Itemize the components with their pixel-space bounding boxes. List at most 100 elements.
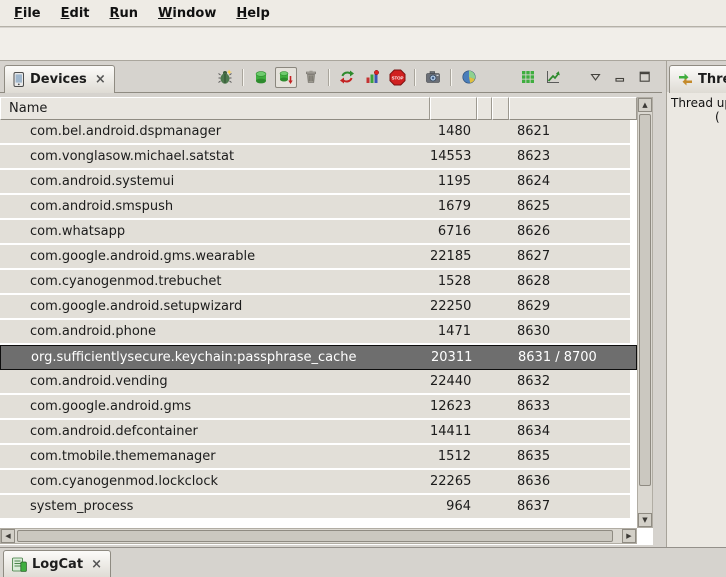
process-port: 8624 bbox=[509, 174, 630, 189]
devices-tabbar: Devices × bbox=[0, 61, 662, 93]
process-name: com.google.android.gms.wearable bbox=[0, 249, 430, 264]
update-heap-button[interactable] bbox=[250, 67, 272, 88]
threads-tabbar: Threads bbox=[667, 61, 726, 93]
menu-file[interactable]: File bbox=[4, 3, 51, 24]
process-port: 8634 bbox=[509, 424, 630, 439]
table-row[interactable]: com.android.systemui 1195 8624 bbox=[0, 170, 630, 193]
menu-edit[interactable]: Edit bbox=[51, 3, 100, 24]
process-port: 8623 bbox=[509, 149, 630, 164]
tab-threads[interactable]: Threads bbox=[669, 65, 726, 93]
close-icon[interactable]: × bbox=[91, 557, 102, 572]
dump-hprof-icon bbox=[278, 69, 294, 85]
device-icon bbox=[13, 72, 25, 87]
process-pid: 22250 bbox=[430, 299, 477, 314]
heap-grid-button[interactable] bbox=[517, 67, 539, 88]
allocation-chart-button[interactable] bbox=[542, 67, 564, 88]
dump-hprof-button[interactable] bbox=[275, 67, 297, 88]
table-row[interactable]: org.sufficientlysecure.keychain:passphra… bbox=[0, 345, 637, 370]
menu-help[interactable]: Help bbox=[226, 3, 279, 24]
menu-run[interactable]: Run bbox=[100, 3, 149, 24]
scroll-up-button[interactable]: ▲ bbox=[638, 98, 652, 112]
column-header-blank[interactable] bbox=[492, 97, 509, 120]
table-row[interactable]: com.google.android.setupwizard 22250 862… bbox=[0, 295, 630, 318]
table-row[interactable]: com.android.defcontainer 14411 8634 bbox=[0, 420, 630, 443]
table-horizontal-scrollbar[interactable]: ◀ ▶ bbox=[0, 528, 637, 544]
process-port: 8633 bbox=[509, 399, 630, 414]
table-row[interactable]: com.bel.android.dspmanager 1480 8621 bbox=[0, 120, 630, 143]
process-port: 8628 bbox=[509, 274, 630, 289]
table-vertical-scrollbar[interactable]: ▲ ▼ bbox=[637, 97, 653, 528]
process-name: com.cyanogenmod.lockclock bbox=[0, 474, 430, 489]
debug-button[interactable] bbox=[214, 67, 236, 88]
scroll-right-button[interactable]: ▶ bbox=[622, 529, 636, 543]
process-name: com.vonglasow.michael.satstat bbox=[0, 149, 430, 164]
maximize-icon bbox=[639, 71, 651, 83]
minimize-button[interactable] bbox=[609, 67, 631, 88]
process-pid: 14411 bbox=[430, 424, 477, 439]
table-row[interactable]: com.android.smspush 1679 8625 bbox=[0, 195, 630, 218]
process-port: 8629 bbox=[509, 299, 630, 314]
screen-capture-icon bbox=[425, 69, 441, 85]
update-threads-button[interactable] bbox=[336, 67, 358, 88]
process-name: com.android.vending bbox=[0, 374, 430, 389]
allocation-chart-icon bbox=[545, 69, 561, 85]
threads-message-line: ( bbox=[667, 110, 726, 124]
process-port: 8631 / 8700 bbox=[510, 350, 636, 365]
maximize-button[interactable] bbox=[634, 67, 656, 88]
process-name: com.cyanogenmod.trebuchet bbox=[0, 274, 430, 289]
heap-grid-icon bbox=[520, 69, 536, 85]
start-method-profiling-icon bbox=[364, 69, 380, 85]
process-port: 8635 bbox=[509, 449, 630, 464]
process-table: Name com.bel.android.dspmanager 1480 862… bbox=[0, 97, 653, 545]
process-name: system_process bbox=[0, 499, 430, 514]
process-port: 8626 bbox=[509, 224, 630, 239]
vertical-scroll-thumb[interactable] bbox=[639, 114, 651, 486]
bottom-view-stack: LogCat × bbox=[0, 547, 726, 577]
table-header: Name bbox=[0, 97, 637, 120]
start-method-profiling-button[interactable] bbox=[361, 67, 383, 88]
scroll-left-button[interactable]: ◀ bbox=[1, 529, 15, 543]
table-row[interactable]: com.tmobile.thememanager 1512 8635 bbox=[0, 445, 630, 468]
close-icon[interactable]: × bbox=[95, 72, 106, 87]
process-port: 8632 bbox=[509, 374, 630, 389]
process-pid: 14553 bbox=[430, 149, 477, 164]
process-pid: 12623 bbox=[430, 399, 477, 414]
threads-message: Thread up ( bbox=[667, 92, 726, 547]
tab-devices-label: Devices bbox=[30, 72, 87, 87]
scroll-down-button[interactable]: ▼ bbox=[638, 513, 652, 527]
column-header-port[interactable] bbox=[509, 97, 637, 120]
column-header-name[interactable]: Name bbox=[0, 97, 430, 120]
threads-icon bbox=[678, 72, 693, 87]
table-row[interactable]: com.android.vending 22440 8632 bbox=[0, 370, 630, 393]
menu-bar: FileEditRunWindowHelp bbox=[0, 0, 726, 27]
table-row[interactable]: com.google.android.gms 12623 8633 bbox=[0, 395, 630, 418]
toolbar-separator bbox=[450, 69, 452, 86]
table-row[interactable]: com.cyanogenmod.lockclock 22265 8636 bbox=[0, 470, 630, 493]
column-header-blank[interactable] bbox=[477, 97, 492, 120]
column-header-pid[interactable] bbox=[430, 97, 477, 120]
tab-devices[interactable]: Devices × bbox=[4, 65, 115, 93]
cause-gc-button[interactable] bbox=[300, 67, 322, 88]
table-row[interactable]: com.cyanogenmod.trebuchet 1528 8628 bbox=[0, 270, 630, 293]
table-row[interactable]: com.google.android.gms.wearable 22185 86… bbox=[0, 245, 630, 268]
process-name: com.android.smspush bbox=[0, 199, 430, 214]
process-name: com.android.defcontainer bbox=[0, 424, 430, 439]
screen-capture-button[interactable] bbox=[422, 67, 444, 88]
process-port: 8637 bbox=[509, 499, 630, 514]
threads-view: Threads Thread up ( bbox=[666, 61, 726, 547]
system-information-button[interactable] bbox=[458, 67, 480, 88]
table-row[interactable]: com.vonglasow.michael.satstat 14553 8623 bbox=[0, 145, 630, 168]
horizontal-scroll-thumb[interactable] bbox=[17, 530, 613, 542]
menu-window[interactable]: Window bbox=[148, 3, 226, 24]
view-menu-icon bbox=[590, 73, 601, 82]
process-table-body: com.bel.android.dspmanager 1480 8621 com… bbox=[0, 120, 637, 520]
process-pid: 1528 bbox=[430, 274, 477, 289]
process-pid: 22185 bbox=[430, 249, 477, 264]
view-menu-button[interactable] bbox=[584, 67, 606, 88]
table-row[interactable]: com.whatsapp 6716 8626 bbox=[0, 220, 630, 243]
stop-process-button[interactable]: STOP bbox=[386, 67, 408, 88]
table-row[interactable]: system_process 964 8637 bbox=[0, 495, 630, 518]
update-threads-icon bbox=[339, 69, 355, 85]
table-row[interactable]: com.android.phone 1471 8630 bbox=[0, 320, 630, 343]
tab-logcat[interactable]: LogCat × bbox=[3, 550, 111, 577]
